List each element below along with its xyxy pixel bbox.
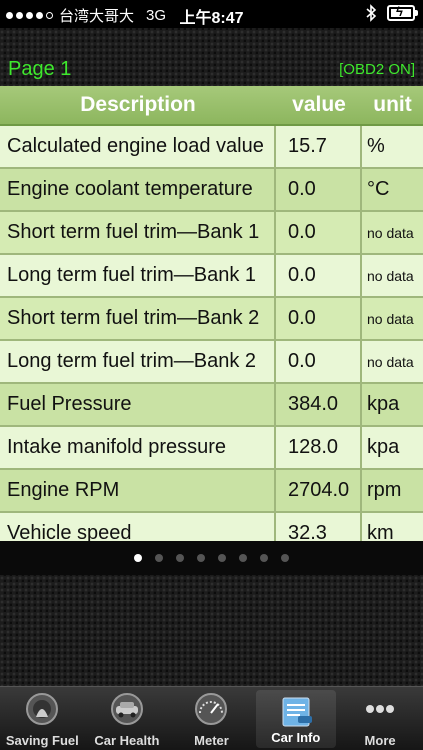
row-description: Engine RPM <box>0 470 276 511</box>
page-dot[interactable] <box>155 554 163 562</box>
tab-saving-fuel[interactable]: Saving Fuel <box>0 687 85 750</box>
tab-label: More <box>364 733 396 748</box>
row-description: Engine coolant temperature <box>0 169 276 210</box>
table-header: Description value unit <box>0 86 423 126</box>
page-dot[interactable] <box>197 554 205 562</box>
row-value: 15.7 <box>276 126 362 167</box>
row-description: Calculated engine load value <box>0 126 276 167</box>
row-unit: no data <box>367 267 414 284</box>
table-row[interactable]: Calculated engine load value 15.7 % <box>0 126 423 169</box>
column-header-value: value <box>292 93 346 116</box>
page-label: Page 1 <box>8 58 72 80</box>
table-row[interactable]: Fuel Pressure 384.0 kpa <box>0 384 423 427</box>
row-description: Short term fuel trim—Bank 1 <box>0 212 276 253</box>
row-description: Fuel Pressure <box>0 384 276 425</box>
table-row[interactable]: Long term fuel trim—Bank 1 0.0 no data <box>0 255 423 298</box>
page-dot[interactable] <box>239 554 247 562</box>
table-row[interactable]: Intake manifold pressure 128.0 kpa <box>0 427 423 470</box>
row-description: Intake manifold pressure <box>0 427 276 468</box>
page-dot[interactable] <box>218 554 226 562</box>
row-value: 0.0 <box>276 255 362 296</box>
status-bar: 台湾大哥大 3G 上午8:47 ϟ <box>0 0 423 28</box>
table-row[interactable]: Long term fuel trim—Bank 2 0.0 no data <box>0 341 423 384</box>
table-row[interactable]: Engine coolant temperature 0.0 °C <box>0 169 423 212</box>
row-unit: kpa <box>367 393 400 415</box>
page-indicator[interactable] <box>0 541 423 575</box>
tab-label: Saving Fuel <box>5 733 79 748</box>
tab-car-info[interactable]: Car Info <box>255 690 336 748</box>
row-value: 128.0 <box>276 427 362 468</box>
table-row[interactable]: Short term fuel trim—Bank 1 0.0 no data <box>0 212 423 255</box>
row-value: 0.0 <box>276 298 362 339</box>
battery-icon: ϟ <box>387 4 418 21</box>
tab-label: Meter <box>194 733 229 748</box>
saving-fuel-icon <box>20 691 64 727</box>
row-unit: % <box>367 135 385 157</box>
car-health-icon <box>105 691 149 727</box>
app-screen: 台湾大哥大 3G 上午8:47 ϟ Page 1 [OBD2 ON] Descr… <box>0 0 423 750</box>
row-description: Long term fuel trim—Bank 1 <box>0 255 276 296</box>
row-unit: rpm <box>367 479 402 501</box>
row-description: Short term fuel trim—Bank 2 <box>0 298 276 339</box>
row-unit: no data <box>367 310 414 327</box>
column-header-unit: unit <box>373 93 412 116</box>
page-dot[interactable] <box>260 554 268 562</box>
car-info-icon <box>274 694 318 730</box>
meter-icon <box>189 691 233 727</box>
row-value: 0.0 <box>276 169 362 210</box>
tab-label: Car Health <box>94 733 160 748</box>
row-value: 0.0 <box>276 212 362 253</box>
row-unit: °C <box>367 178 390 200</box>
tab-bar: Saving Fuel Car Health Meter Car Info Mo… <box>0 686 423 750</box>
status-right: ϟ <box>366 4 418 22</box>
table-row[interactable]: Short term fuel trim—Bank 2 0.0 no data <box>0 298 423 341</box>
obd-data-table: Description value unit Calculated engine… <box>0 86 423 556</box>
tab-more[interactable]: More <box>338 687 423 750</box>
row-value: 0.0 <box>276 341 362 382</box>
status-time: 上午8:47 <box>179 10 244 27</box>
more-icon <box>358 691 402 727</box>
page-dot[interactable] <box>281 554 289 562</box>
row-unit: kpa <box>367 436 400 458</box>
column-header-description: Description <box>80 93 196 116</box>
tab-car-health[interactable]: Car Health <box>85 687 170 750</box>
page-header: Page 1 [OBD2 ON] <box>0 56 423 84</box>
row-value: 2704.0 <box>276 470 362 511</box>
bluetooth-icon <box>366 4 377 22</box>
tab-meter[interactable]: Meter <box>169 687 254 750</box>
page-dot[interactable] <box>176 554 184 562</box>
table-row[interactable]: Engine RPM 2704.0 rpm <box>0 470 423 513</box>
page-dot[interactable] <box>134 554 142 562</box>
row-value: 384.0 <box>276 384 362 425</box>
row-unit: no data <box>367 353 414 370</box>
obd-status: [OBD2 ON] <box>339 61 415 78</box>
row-unit: no data <box>367 224 414 241</box>
row-description: Long term fuel trim—Bank 2 <box>0 341 276 382</box>
tab-label: Car Info <box>271 730 321 745</box>
